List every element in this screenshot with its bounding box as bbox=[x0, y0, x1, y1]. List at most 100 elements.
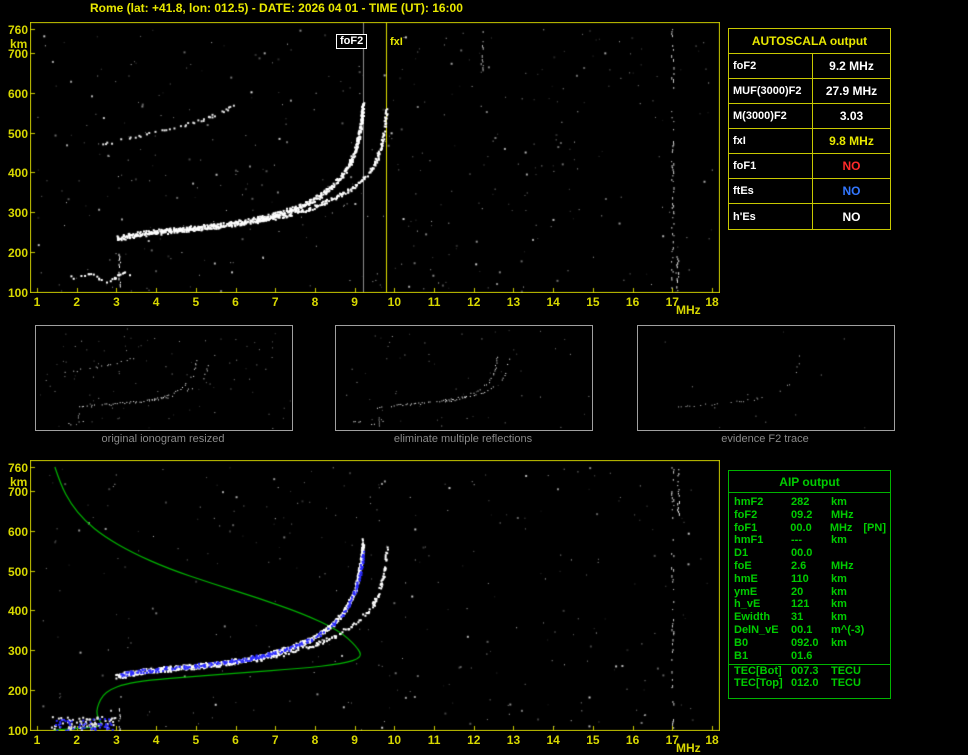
parameter-note bbox=[865, 677, 890, 690]
x-tick-label: 16 bbox=[625, 295, 640, 309]
autoscala-table-row: ftEs NO bbox=[729, 179, 890, 204]
parameter-name: B0 bbox=[734, 636, 749, 649]
parameter-name: foE bbox=[734, 559, 752, 572]
y-tick-label: 200 bbox=[7, 684, 28, 699]
x-tick-label: 12 bbox=[467, 295, 481, 309]
aip-table-row: B1 01.6 bbox=[729, 650, 890, 663]
parameter-value: 007.3 bbox=[791, 665, 819, 678]
y-tick-label: 500 bbox=[7, 564, 28, 579]
parameter-value: 9.2 MHz bbox=[829, 59, 874, 73]
x-tick-label: 11 bbox=[427, 733, 441, 747]
x-tick-label: 4 bbox=[152, 295, 160, 309]
thumbnail-caption: evidence F2 trace bbox=[721, 433, 809, 445]
x-tick-label: 16 bbox=[625, 733, 640, 747]
parameter-name: TEC[Bot] bbox=[734, 665, 782, 678]
x-tick-label: 3 bbox=[113, 295, 120, 309]
y-tick-label: 200 bbox=[7, 246, 28, 261]
aip-table-row: ymE 20 km bbox=[729, 586, 890, 599]
parameter-note bbox=[865, 586, 890, 599]
parameter-value: 3.03 bbox=[839, 109, 864, 123]
parameter-name: hmF1 bbox=[734, 534, 764, 547]
parameter-unit: km bbox=[831, 611, 847, 624]
parameter-value: 9.8 MHz bbox=[829, 134, 874, 148]
parameter-name: foF1 bbox=[729, 154, 813, 178]
x-tick-label: 8 bbox=[311, 295, 319, 309]
parameter-name: D1 bbox=[734, 547, 749, 560]
aip-table-row: TEC[Bot] 007.3 TECU bbox=[729, 664, 890, 677]
parameter-name: DelN_vE bbox=[734, 623, 779, 636]
y-tick-label: 600 bbox=[7, 86, 28, 101]
parameter-value: 2.6 bbox=[791, 559, 807, 572]
x-tick-label: 3 bbox=[113, 733, 120, 747]
y-tick-label: 100 bbox=[7, 286, 28, 300]
parameter-note bbox=[865, 637, 890, 650]
y-tick-label: 300 bbox=[7, 644, 28, 659]
parameter-value: 00.0 bbox=[790, 521, 812, 534]
parameter-name: hmF2 bbox=[734, 496, 764, 508]
x-tick-label: 6 bbox=[232, 295, 239, 309]
y-tick-label: 760 bbox=[7, 23, 28, 37]
autoscala-table-rows: foF2 9.2 MHz MUF(3000)F2 27.9 MHz M(3000)F2 3… bbox=[729, 54, 890, 229]
autoscala-table-title: AUTOSCALA output bbox=[729, 29, 890, 54]
fxi-marker-label: fxI bbox=[390, 36, 403, 48]
x-tick-label: 13 bbox=[506, 295, 521, 309]
aip-table-row: hmF2 282 km bbox=[729, 496, 890, 509]
parameter-name: foF2 bbox=[734, 508, 758, 521]
x-axis-unit-label: MHz bbox=[676, 303, 701, 317]
x-tick-label: 7 bbox=[271, 733, 279, 747]
parameter-name: h_vE bbox=[734, 598, 761, 611]
x-tick-label: 1 bbox=[33, 733, 41, 747]
parameter-note: [PN] bbox=[863, 521, 886, 534]
x-tick-label: 10 bbox=[387, 295, 402, 309]
parameter-note bbox=[865, 624, 890, 637]
parameter-note bbox=[865, 496, 890, 509]
parameter-value: 27.9 MHz bbox=[825, 84, 878, 98]
parameter-note bbox=[865, 598, 890, 611]
parameter-unit: km bbox=[831, 636, 847, 649]
autoscala-table-row: M(3000)F2 3.03 bbox=[729, 104, 890, 129]
parameter-note bbox=[865, 509, 890, 522]
x-tick-label: 13 bbox=[506, 733, 521, 747]
fof2-marker-label: foF2 bbox=[336, 34, 368, 49]
thumbnail-original-ionogram bbox=[35, 325, 293, 431]
x-tick-label: 2 bbox=[73, 733, 81, 747]
aip-table-title: AIP output bbox=[729, 471, 890, 493]
y-axis-unit-label: km bbox=[10, 37, 28, 51]
y-tick-label: 300 bbox=[7, 206, 28, 221]
parameter-unit: MHz bbox=[831, 559, 854, 572]
parameter-name: ftEs bbox=[729, 179, 813, 203]
parameter-name: B1 bbox=[734, 649, 749, 662]
parameter-unit: m^(-3) bbox=[831, 623, 865, 636]
x-tick-label: 6 bbox=[232, 733, 239, 747]
x-tick-label: 18 bbox=[705, 295, 719, 309]
parameter-name: TEC[Top] bbox=[734, 677, 783, 690]
parameter-value: NO bbox=[842, 184, 861, 198]
parameter-value: 01.6 bbox=[791, 649, 813, 662]
parameter-unit: km bbox=[831, 598, 847, 611]
aip-table-row: TEC[Top] 012.0 TECU bbox=[729, 677, 890, 690]
x-tick-label: 5 bbox=[192, 733, 200, 747]
y-tick-label: 600 bbox=[7, 524, 28, 539]
aip-table-row: DelN_vE 00.1 m^(-3) bbox=[729, 624, 890, 637]
parameter-name: M(3000)F2 bbox=[729, 104, 813, 128]
parameter-note bbox=[865, 611, 890, 624]
thumbnail-eliminate-reflections bbox=[335, 325, 593, 431]
aip-table-row: D1 00.0 bbox=[729, 547, 890, 560]
x-tick-label: 15 bbox=[586, 733, 600, 747]
aip-table-row: foF2 09.2 MHz bbox=[729, 509, 890, 522]
parameter-unit bbox=[831, 650, 865, 663]
autoscala-table-row: foF2 9.2 MHz bbox=[729, 54, 890, 79]
aip-table-row: h_vE 121 km bbox=[729, 598, 890, 611]
parameter-value: --- bbox=[791, 534, 802, 547]
parameter-value: NO bbox=[842, 209, 861, 224]
y-tick-label: 100 bbox=[7, 724, 28, 738]
parameter-note bbox=[865, 534, 890, 547]
parameter-value: NO bbox=[842, 159, 861, 173]
parameter-value: 092.0 bbox=[791, 636, 819, 649]
aip-output-table: AIP output hmF2 282 km foF2 09.2 MHz foF1 00.0 M… bbox=[728, 470, 891, 699]
parameter-name: foF2 bbox=[729, 54, 813, 78]
parameter-value: 00.0 bbox=[791, 547, 813, 560]
autoscala-table-row: MUF(3000)F2 27.9 MHz bbox=[729, 79, 890, 104]
parameter-unit bbox=[831, 547, 865, 560]
parameter-note bbox=[865, 650, 890, 663]
